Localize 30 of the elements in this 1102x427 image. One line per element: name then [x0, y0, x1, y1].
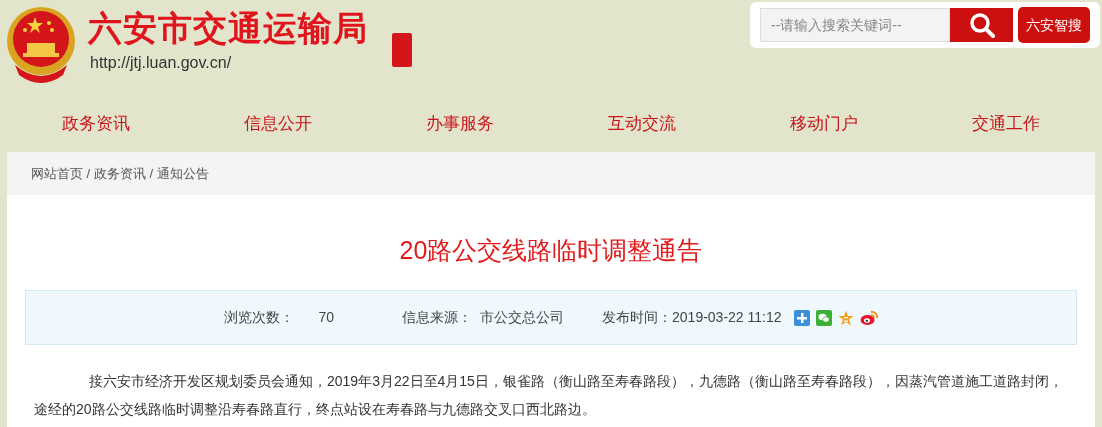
- nav-link[interactable]: 政务资讯: [62, 110, 130, 137]
- breadcrumb-separator: /: [148, 164, 155, 183]
- breadcrumb-link[interactable]: 网站首页: [31, 163, 83, 184]
- nav-link[interactable]: 互动交流: [608, 110, 676, 137]
- star-share-icon[interactable]: [837, 309, 854, 326]
- nav-link[interactable]: 办事服务: [426, 110, 494, 137]
- seal-icon: [392, 33, 412, 67]
- site-title: 六安市交通运输局: [88, 8, 368, 48]
- meta-value: 2019-03-22 11:12: [672, 308, 782, 327]
- breadcrumb-link[interactable]: 通知公告: [156, 163, 209, 184]
- plus-share-icon[interactable]: [793, 309, 810, 326]
- nav-link[interactable]: 移动门户: [790, 110, 858, 137]
- smart-search-button[interactable]: 六安智搜: [1018, 7, 1090, 43]
- article-title: 20路公交线路临时调整通告: [399, 236, 703, 264]
- search-button[interactable]: [950, 8, 1013, 42]
- meta-value: 70: [318, 308, 335, 327]
- breadcrumb-separator: /: [85, 164, 92, 183]
- meta-label: 浏览次数：: [224, 308, 295, 327]
- wechat-share-icon[interactable]: [815, 309, 832, 326]
- site-url: http://jtj.luan.gov.cn/: [90, 53, 232, 73]
- weibo-share-icon[interactable]: [859, 309, 878, 326]
- search-icon: [968, 12, 995, 38]
- nav-link[interactable]: 信息公开: [244, 110, 312, 137]
- meta-value: 市公交总公司: [480, 308, 565, 327]
- breadcrumb-link[interactable]: 政务资讯: [93, 163, 146, 184]
- meta-label: 发布时间：: [602, 308, 673, 327]
- article-paragraph: 接六安市经济开发区规划委员会通知，2019年3月22日至4月15日，银雀路（衡山路至寿春路段），九德路（衡山路至寿春路段），因蒸汽管道施工道路封闭，途经的20路公交线路临时调整沿寿春路直行，终点站设在寿春路与九德路交叉口西北路边。: [33, 372, 1064, 419]
- meta-label: 信息来源：: [402, 308, 473, 327]
- nav-link[interactable]: 交通工作: [972, 110, 1040, 137]
- search-field[interactable]: --请输入搜索关键词--: [760, 8, 950, 42]
